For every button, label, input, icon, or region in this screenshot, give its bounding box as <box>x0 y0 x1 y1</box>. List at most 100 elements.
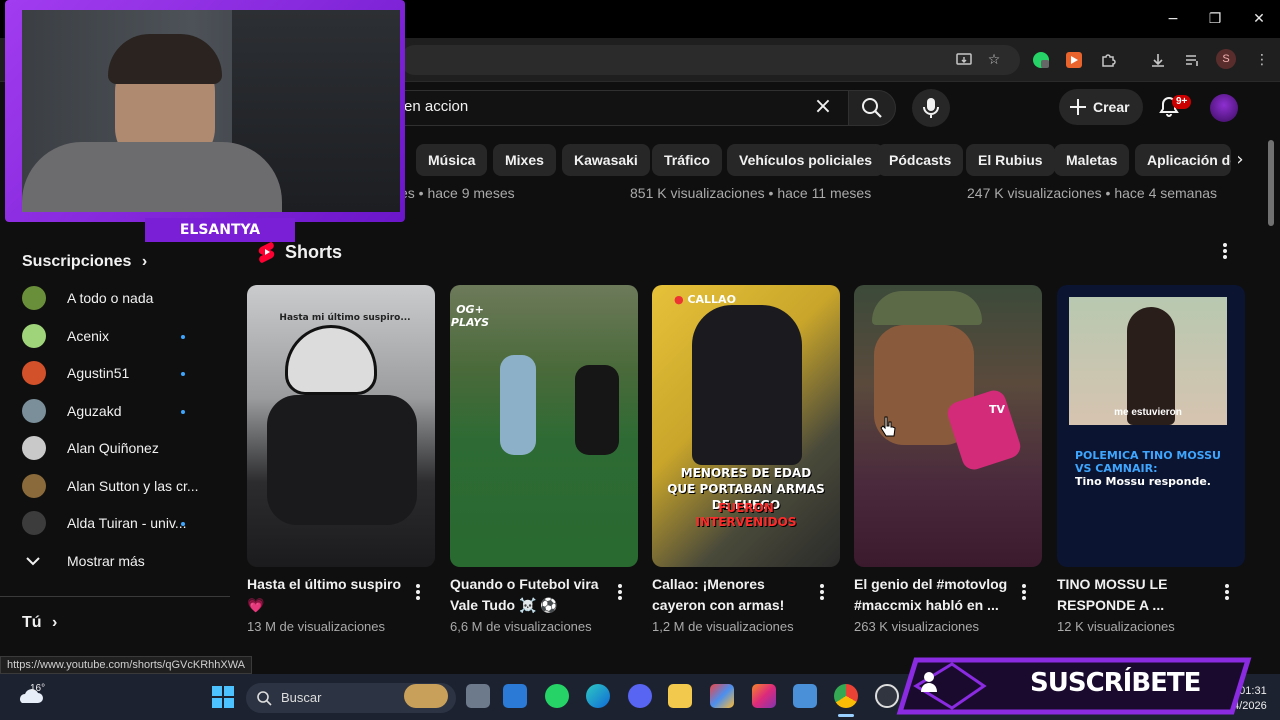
hand-cursor-icon <box>880 416 896 437</box>
person-shape <box>692 305 802 465</box>
close-window-button[interactable]: ✕ <box>1249 9 1269 29</box>
short-thumbnail-5[interactable]: me estuvieron POLEMICA TINO MOSSU VS CAM… <box>1057 285 1245 567</box>
short-3-menu-icon[interactable] <box>814 582 830 602</box>
short-title-3[interactable]: Callao: ¡Menores cayeron con armas! <box>652 574 812 616</box>
thumbnail-subline: Tino Mossu responde. <box>1075 475 1211 488</box>
media-queue-icon[interactable] <box>1181 49 1203 71</box>
chevron-down-icon <box>24 552 42 575</box>
search-highlight-icon[interactable] <box>404 684 448 708</box>
weather-temperature: 16° <box>30 683 46 694</box>
chip-podcasts[interactable]: Pódcasts <box>877 144 964 176</box>
short-title-4[interactable]: El genio del #motovlog #maccmix habló en… <box>854 574 1014 616</box>
inset-caption: me estuvieron <box>1114 407 1182 418</box>
sidebar-channel-alan-quinonez[interactable]: Alan Quiñonez <box>0 430 230 467</box>
shorts-menu-icon[interactable] <box>1217 241 1233 261</box>
sidebar-channel-alda-tuiran[interactable]: Alda Tuiran - univ... <box>0 505 230 542</box>
account-avatar[interactable] <box>1210 94 1238 122</box>
whatsapp-icon[interactable] <box>545 684 569 708</box>
short-title-5[interactable]: TINO MOSSU LE RESPONDE A ... <box>1057 574 1217 616</box>
thumbnail-caption: OG+ PLAYS <box>450 303 490 329</box>
channel-avatar <box>22 361 46 385</box>
download-icon[interactable] <box>1147 49 1169 71</box>
status-bar-url: https://www.youtube.com/shorts/qGVcKRhhX… <box>0 656 253 674</box>
subscribe-label: SUSCRÍBETE <box>1030 668 1201 698</box>
extension-orange-icon[interactable] <box>1063 49 1085 71</box>
short-title-1[interactable]: Hasta el último suspiro💗 <box>247 574 407 616</box>
discord-icon[interactable] <box>628 684 652 708</box>
channel-avatar <box>22 399 46 423</box>
sidebar-channel-aguzakd[interactable]: Aguzakd <box>0 393 230 430</box>
show-more-button[interactable]: Mostrar más <box>0 543 230 580</box>
chip-aplicacion[interactable]: Aplicación de <box>1135 144 1231 176</box>
browser-menu-icon[interactable]: ⋮ <box>1251 49 1273 71</box>
add-user-icon <box>921 672 937 692</box>
install-app-icon[interactable] <box>953 49 975 71</box>
bookmark-star-icon[interactable]: ☆ <box>983 49 1005 71</box>
taskbar-search-label: Buscar <box>281 690 322 705</box>
short-1-menu-icon[interactable] <box>410 582 426 602</box>
notifications-count-badge: 9+ <box>1172 95 1192 109</box>
chip-vehiculos-policiales[interactable]: Vehículos policiales <box>727 144 885 176</box>
sidebar-channel-alan-sutton[interactable]: Alan Sutton y las cr... <box>0 468 230 505</box>
plus-icon <box>1070 99 1086 115</box>
task-view-icon[interactable] <box>466 684 490 708</box>
helmet-shape <box>285 325 377 395</box>
instagram-icon[interactable] <box>752 684 776 708</box>
notepad-icon[interactable] <box>793 684 817 708</box>
you-heading[interactable]: Tú › <box>22 614 57 632</box>
search-query-text: en accion <box>404 98 469 115</box>
search-button[interactable] <box>848 90 896 126</box>
sidebar-channel-agustin51[interactable]: Agustin51 <box>0 355 230 392</box>
short-4-menu-icon[interactable] <box>1016 582 1032 602</box>
video-meta-2: 851 K visualizaciones • hace 11 meses <box>630 185 872 201</box>
chip-kawasaki[interactable]: Kawasaki <box>562 144 650 176</box>
shorts-heading: Shorts <box>285 242 343 262</box>
address-bar[interactable] <box>400 45 1020 75</box>
chip-maletas[interactable]: Maletas <box>1054 144 1130 176</box>
windows-start-icon[interactable] <box>211 685 235 709</box>
chevron-right-icon[interactable]: › <box>1228 148 1252 172</box>
channel-name: Acenix <box>67 328 110 344</box>
short-thumbnail-3[interactable]: ● CALLAO MENORES DE EDAD QUE PORTABAN AR… <box>652 285 840 567</box>
short-5-menu-icon[interactable] <box>1219 582 1235 602</box>
webcam-feed <box>22 10 400 212</box>
shorts-logo-icon <box>258 242 275 263</box>
file-explorer-icon[interactable] <box>668 684 692 708</box>
channel-avatar <box>22 474 46 498</box>
minimize-button[interactable]: − <box>1163 9 1183 29</box>
microsoft-store-icon[interactable] <box>503 684 527 708</box>
short-thumbnail-2[interactable]: OG+ PLAYS <box>450 285 638 567</box>
search-icon <box>257 691 272 706</box>
chip-mixes[interactable]: Mixes <box>493 144 556 176</box>
chip-el-rubius[interactable]: El Rubius <box>966 144 1055 176</box>
chip-trafico[interactable]: Tráfico <box>652 144 722 176</box>
browser-profile-avatar[interactable]: S <box>1216 49 1236 69</box>
channel-avatar <box>22 436 46 460</box>
create-button[interactable]: Crear <box>1059 89 1143 125</box>
chrome-icon[interactable] <box>834 684 858 708</box>
map-pin-icon: ● <box>674 293 684 306</box>
whatsapp-extension-icon[interactable] <box>1030 49 1052 71</box>
short-2-menu-icon[interactable] <box>612 582 628 602</box>
page-scrollbar[interactable] <box>1268 140 1274 226</box>
copilot-icon[interactable] <box>710 684 734 708</box>
close-icon[interactable]: × <box>812 96 834 118</box>
short-views-1: 13 M de visualizaciones <box>247 619 386 634</box>
sidebar-channel-acenix[interactable]: Acenix <box>0 318 230 355</box>
create-label: Crear <box>1093 99 1130 115</box>
restore-button[interactable]: ❐ <box>1205 9 1225 29</box>
streamer-name-tag: ELSANTYA <box>145 218 295 242</box>
channel-name: Agustin51 <box>67 365 130 381</box>
chip-musica[interactable]: Música <box>416 144 488 176</box>
location-tag-text: CALLAO <box>687 293 736 306</box>
short-views-5: 12 K visualizaciones <box>1057 619 1175 634</box>
subscriptions-heading[interactable]: Suscripciones › <box>22 253 147 271</box>
short-thumbnail-1[interactable]: Hasta mi último suspiro... <box>247 285 435 567</box>
extensions-puzzle-icon[interactable] <box>1097 49 1119 71</box>
search-icon <box>862 98 882 118</box>
voice-search-button[interactable] <box>912 89 950 127</box>
player-blue-shape <box>500 355 536 455</box>
short-title-2[interactable]: Quando o Futebol vira Vale Tudo ☠️ ⚽ <box>450 574 610 616</box>
sidebar-channel-a-todo-o-nada[interactable]: A todo o nada <box>0 280 230 317</box>
edge-icon[interactable] <box>586 684 610 708</box>
